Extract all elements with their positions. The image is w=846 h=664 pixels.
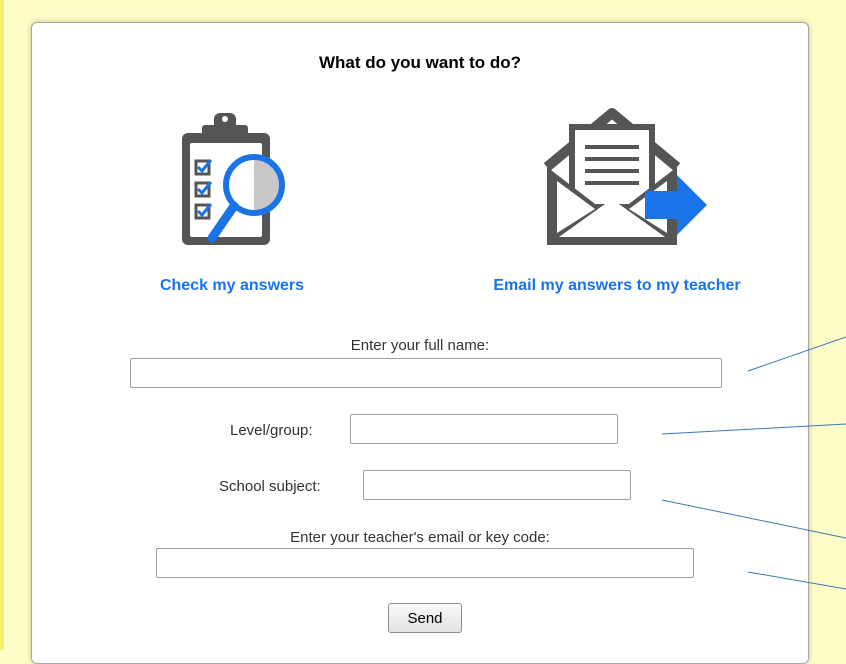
annotation-line-level [661,423,846,435]
annotation-line-subject [661,499,846,539]
annotation-line-full-name [747,336,846,372]
annotation-lines [661,336,846,590]
annotation-line-teacher [747,571,846,590]
